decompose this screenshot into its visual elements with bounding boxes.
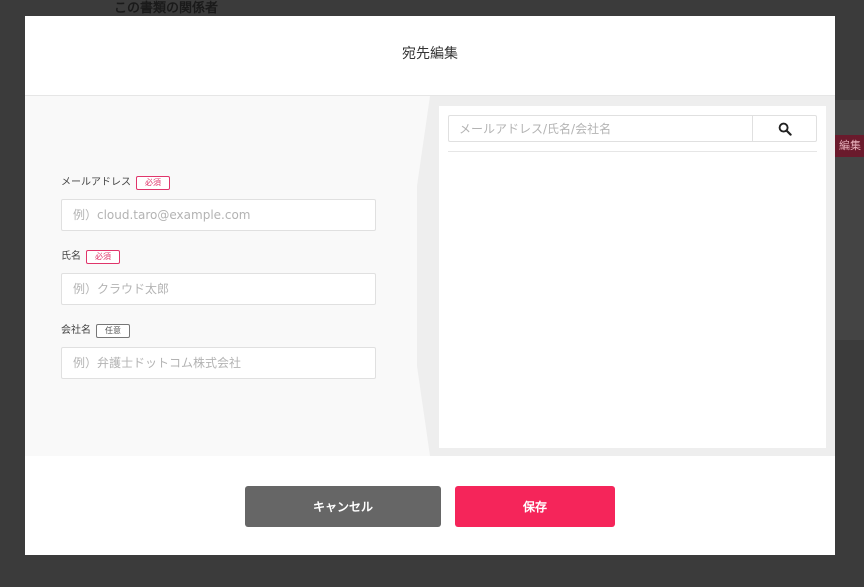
search-results-list xyxy=(448,152,817,442)
address-search-input[interactable] xyxy=(448,115,753,142)
name-label-row: 氏名 必須 xyxy=(61,249,120,265)
address-book-panel xyxy=(430,96,835,456)
save-button[interactable]: 保存 xyxy=(455,486,615,527)
name-required-badge: 必須 xyxy=(86,250,120,264)
recipient-form: メールアドレス 必須 氏名 必須 会社名 任意 xyxy=(25,96,430,456)
recipient-edit-modal: 宛先編集 メールアドレス 必須 氏名 必須 会社名 任意 xyxy=(25,16,835,555)
company-optional-badge: 任意 xyxy=(96,324,130,338)
company-label-row: 会社名 任意 xyxy=(61,323,130,339)
name-label: 氏名 xyxy=(61,251,81,262)
company-label: 会社名 xyxy=(61,325,91,336)
email-label: メールアドレス xyxy=(61,177,131,188)
modal-body: メールアドレス 必須 氏名 必須 会社名 任意 xyxy=(25,96,835,456)
modal-footer: キャンセル 保存 xyxy=(25,456,835,555)
cancel-button[interactable]: キャンセル xyxy=(245,486,441,527)
modal-header: 宛先編集 xyxy=(25,16,835,96)
address-book-inner xyxy=(439,106,826,448)
email-required-badge: 必須 xyxy=(136,176,170,190)
email-field[interactable] xyxy=(61,199,376,231)
email-label-row: メールアドレス 必須 xyxy=(61,175,170,191)
background-edit-tag: 編集 xyxy=(835,135,864,157)
company-field[interactable] xyxy=(61,347,376,379)
name-field[interactable] xyxy=(61,273,376,305)
modal-title: 宛先編集 xyxy=(402,46,458,62)
search-icon xyxy=(778,122,792,136)
search-button[interactable] xyxy=(752,115,817,142)
